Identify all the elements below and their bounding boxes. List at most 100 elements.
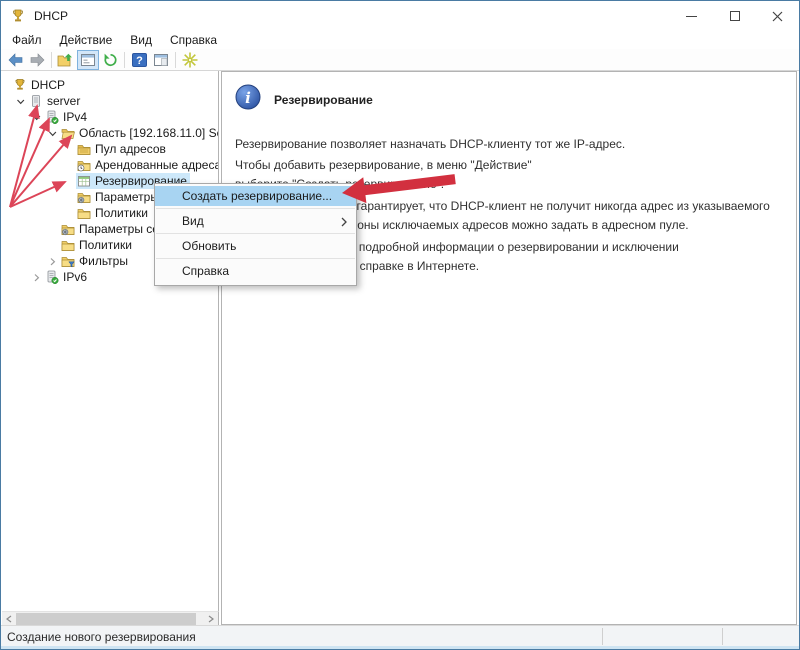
tree-item-0[interactable]: DHCP [2, 77, 218, 93]
status-panel [602, 628, 722, 645]
status-panel [722, 628, 795, 645]
chevron-collapsed-icon[interactable] [28, 271, 44, 283]
chevron-expanded-icon[interactable] [28, 111, 44, 123]
folder-filter-icon [61, 254, 75, 268]
details-pane: i Резервирование Резервирование позволяе… [221, 71, 797, 625]
scroll-right-icon[interactable] [204, 612, 218, 626]
window-controls [670, 1, 799, 31]
chevron-spacer [60, 207, 76, 219]
tree-item-inner: Область [192.168.11.0] Scope [60, 125, 219, 141]
tree-item-label: Фильтры [79, 254, 128, 268]
up-one-level-icon [57, 52, 75, 68]
menubar-item-2[interactable]: Вид [121, 32, 161, 48]
submenu-chevron-icon [340, 216, 348, 230]
details-header: Резервирование [274, 93, 373, 107]
folder-gear-icon [77, 190, 91, 204]
folder-gear-icon [61, 222, 75, 236]
chevron-spacer [44, 223, 60, 235]
scrollbar-thumb[interactable] [16, 613, 196, 625]
tree-item-inner: IPv4 [44, 109, 90, 125]
menubar-item-3[interactable]: Справка [161, 32, 226, 48]
chevron-spacer [60, 143, 76, 155]
help-button[interactable]: ? [128, 50, 150, 70]
refresh-icon [102, 52, 119, 68]
tree-item-inner: Арендованные адреса [76, 157, 219, 173]
tree-item-inner: IPv6 [44, 269, 90, 285]
menu-item-label: Обновить [182, 239, 236, 253]
tree-item-label: DHCP [31, 78, 65, 92]
forward-button[interactable] [26, 50, 48, 70]
refresh-button[interactable] [99, 50, 121, 70]
tree-item-4[interactable]: Пул адресов [2, 141, 218, 157]
tree-item-label: IPv6 [63, 270, 87, 284]
new-action-starburst-icon [181, 51, 199, 69]
menu-item-label: Вид [182, 214, 204, 228]
tree-item-inner: Политики [60, 237, 135, 253]
tree-item-label: Политики [95, 206, 148, 220]
tree-item-inner: DHCP [12, 77, 68, 93]
menubar-item-1[interactable]: Действие [51, 32, 122, 48]
tree-item-inner: server [28, 93, 83, 109]
tree-item-label: Пул адресов [95, 142, 166, 156]
back-button[interactable] [4, 50, 26, 70]
server-icon [29, 94, 43, 108]
action-pane-toggle-button[interactable] [150, 50, 172, 70]
chevron-expanded-icon[interactable] [44, 127, 60, 139]
action-pane-icon [152, 52, 170, 68]
window-title: DHCP [34, 9, 68, 23]
context-menu-item-3[interactable]: Справка [155, 261, 356, 281]
title-bar: DHCP [1, 1, 799, 31]
tree-item-5[interactable]: Арендованные адреса [2, 157, 218, 173]
chevron-spacer [60, 175, 76, 187]
context-menu-item-2[interactable]: Обновить [155, 236, 356, 256]
menu-separator [156, 233, 355, 234]
tree-item-2[interactable]: IPv4 [2, 109, 218, 125]
close-button[interactable] [756, 1, 799, 31]
chevron-collapsed-icon[interactable] [44, 255, 60, 267]
menubar-item-0[interactable]: Файл [3, 32, 51, 48]
scroll-left-icon[interactable] [2, 612, 16, 626]
tree-item-1[interactable]: server [2, 93, 218, 109]
menu-item-label: Создать резервирование... [182, 189, 332, 203]
toolbar-separator [175, 52, 176, 68]
trophy-icon [13, 78, 27, 92]
new-action-button[interactable] [179, 50, 201, 70]
menu-separator [156, 258, 355, 259]
tree-horizontal-scrollbar[interactable] [2, 611, 219, 625]
context-menu-item-0[interactable]: Создать резервирование... [155, 186, 356, 206]
folder-icon [77, 206, 91, 220]
menu-separator [156, 208, 355, 209]
svg-text:i: i [245, 89, 251, 107]
console-tree-toggle-button[interactable] [77, 50, 99, 70]
status-bar: Создание нового резервирования [1, 625, 799, 649]
reservation-icon [77, 174, 91, 188]
details-paragraph: Резервирование позволяет назначать DHCP-… [235, 135, 782, 154]
forward-icon [29, 52, 46, 68]
chevron-spacer [60, 191, 76, 203]
folder-icon [61, 238, 75, 252]
context-menu-item-1[interactable]: Вид [155, 211, 356, 231]
dhcp-trophy-icon [10, 8, 26, 24]
close-icon [772, 11, 783, 22]
tree-item-label: server [47, 94, 80, 108]
up-one-level-button[interactable] [55, 50, 77, 70]
maximize-icon [730, 11, 740, 21]
chevron-expanded-icon[interactable] [12, 95, 28, 107]
minimize-button[interactable] [670, 1, 713, 31]
toolbar-separator [124, 52, 125, 68]
context-menu: Создать резервирование... Вид Обновить Спра… [154, 183, 357, 286]
folder-pool-icon [77, 142, 91, 156]
tree-item-3[interactable]: Область [192.168.11.0] Scope [2, 125, 218, 141]
server-check-icon [45, 110, 59, 124]
console-tree-icon [79, 52, 97, 68]
svg-text:?: ? [136, 55, 143, 67]
server-check-icon [45, 270, 59, 284]
tree-item-inner: Фильтры [60, 253, 131, 269]
console-tree-pane: DHCP server IPv4Область [192.168.11.0] Sco… [2, 71, 219, 625]
maximize-button[interactable] [713, 1, 756, 31]
folder-clock-icon [77, 158, 91, 172]
minimize-icon [686, 16, 697, 17]
toolbar-separator [51, 52, 52, 68]
tree-item-label: IPv4 [63, 110, 87, 124]
chevron-spacer [60, 159, 76, 171]
